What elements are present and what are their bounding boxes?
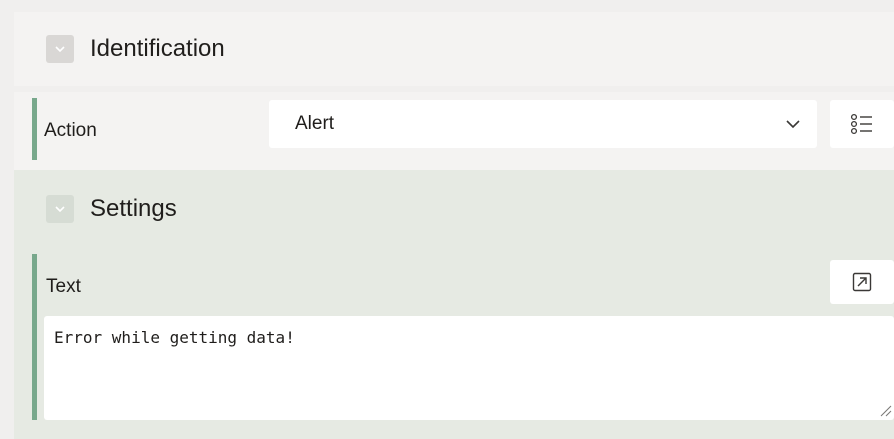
settings-collapse-button[interactable] (46, 195, 74, 223)
resize-handle-icon[interactable] (878, 403, 892, 417)
action-row: Action Alert (14, 92, 894, 170)
identification-collapse-button[interactable] (46, 35, 74, 63)
text-input[interactable]: Error while getting data! (44, 316, 894, 420)
expand-icon (852, 272, 872, 292)
text-label: Text (46, 276, 81, 297)
properties-panel: Identification Action Alert Settings Tex… (14, 6, 894, 439)
chevron-down-icon (786, 120, 800, 129)
field-indicator (32, 98, 37, 160)
action-label: Action (44, 120, 97, 141)
expand-editor-button[interactable] (830, 260, 894, 304)
identification-title: Identification (90, 35, 225, 62)
property-editor: Identification Action Alert Settings Tex… (0, 0, 894, 439)
action-select-value: Alert (295, 113, 335, 134)
list-of-values-button[interactable] (830, 100, 894, 148)
settings-title: Settings (90, 195, 177, 222)
chevron-down-icon (55, 206, 65, 213)
identification-section-header[interactable]: Identification (14, 12, 894, 86)
settings-body: Text Error while getting data! (14, 248, 894, 439)
action-select[interactable]: Alert (269, 100, 817, 148)
chevron-down-icon (55, 46, 65, 53)
field-indicator (32, 254, 37, 420)
list-icon (850, 113, 872, 135)
settings-section-header[interactable]: Settings (14, 170, 894, 248)
